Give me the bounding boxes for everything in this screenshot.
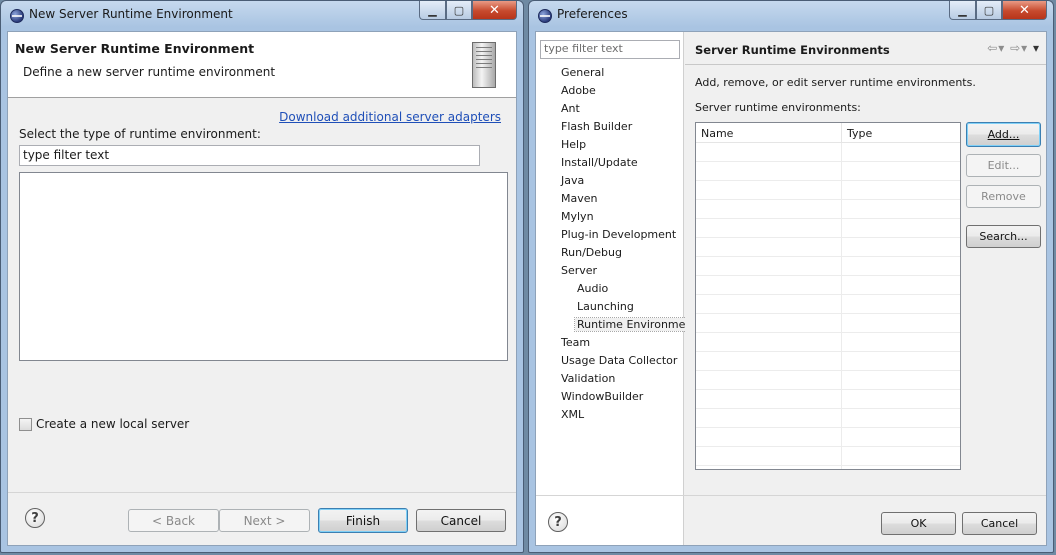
back-button[interactable]: < Back <box>128 509 219 532</box>
preferences-client-area: type filter text General Adobe Ant Flash Bu… <box>535 31 1047 546</box>
create-local-server-checkbox[interactable] <box>19 418 32 431</box>
tree-item[interactable]: Flash Builder <box>561 120 632 133</box>
tree-item[interactable]: General <box>561 66 604 79</box>
help-icon[interactable]: ? <box>548 512 568 532</box>
create-local-server-label: Create a new local server <box>36 417 190 431</box>
tree-item[interactable]: Ant <box>561 102 580 115</box>
eclipse-logo-icon <box>10 9 24 23</box>
next-button[interactable]: Next > <box>219 509 310 532</box>
minimize-button[interactable]: ▁ <box>949 1 976 20</box>
tree-item[interactable]: Validation <box>561 372 615 385</box>
search-button[interactable]: Search... <box>966 225 1041 248</box>
table-body[interactable] <box>696 143 960 469</box>
page-description: Add, remove, or edit server runtime envi… <box>695 76 976 89</box>
maximize-icon: ▢ <box>983 3 995 17</box>
wizard-client-area: New Server Runtime Environment Define a … <box>7 31 517 546</box>
tree-item[interactable]: Java <box>561 174 584 187</box>
runtime-environments-table[interactable]: Name Type <box>695 122 961 470</box>
bottom-separator <box>536 495 1046 496</box>
minimize-icon: ▁ <box>958 3 967 17</box>
minimize-icon: ▁ <box>428 3 437 17</box>
tree-item[interactable]: Install/Update <box>561 156 638 169</box>
runtime-filter-input[interactable]: type filter text <box>19 145 480 166</box>
preferences-tree-pane: type filter text General Adobe Ant Flash Bu… <box>536 32 706 545</box>
preferences-page: Server Runtime Environments ⇦▾ ⇨▾ ▾ Add,… <box>685 32 1046 545</box>
tree-item[interactable]: Run/Debug <box>561 246 622 259</box>
add-button-label: Add... <box>987 128 1020 141</box>
column-header-name[interactable]: Name <box>696 123 842 143</box>
tree-item[interactable]: Team <box>561 336 590 349</box>
close-icon: ✕ <box>1019 2 1030 18</box>
close-icon: ✕ <box>489 2 500 18</box>
edit-button[interactable]: Edit... <box>966 154 1041 177</box>
wizard-description: Define a new server runtime environment <box>23 65 276 79</box>
table-label: Server runtime environments: <box>695 101 861 114</box>
ok-button[interactable]: OK <box>881 512 956 535</box>
column-header-type[interactable]: Type <box>842 123 960 143</box>
tree-item[interactable]: Usage Data Collector <box>561 354 677 367</box>
forward-arrow-icon[interactable]: ⇨▾ <box>1010 41 1028 55</box>
tree-item[interactable]: Help <box>561 138 586 151</box>
help-icon[interactable]: ? <box>25 508 45 528</box>
page-title-separator <box>685 64 1046 65</box>
bottom-separator <box>8 492 516 493</box>
tree-item[interactable]: XML <box>561 408 584 421</box>
preferences-filter-input[interactable]: type filter text <box>540 40 680 59</box>
wizard-header: New Server Runtime Environment Define a … <box>8 32 516 98</box>
download-adapters-link[interactable]: Download additional server adapters <box>279 110 501 124</box>
maximize-button[interactable]: ▢ <box>446 1 472 20</box>
maximize-icon: ▢ <box>453 3 465 17</box>
tree-item[interactable]: Audio <box>577 282 608 295</box>
page-title: Server Runtime Environments <box>695 43 890 57</box>
tree-item[interactable]: Plug-in Development <box>561 228 676 241</box>
tree-item[interactable]: Launching <box>577 300 634 313</box>
server-icon <box>472 42 496 88</box>
wizard-title: New Server Runtime Environment <box>15 41 255 56</box>
tree-item[interactable]: WindowBuilder <box>561 390 643 403</box>
close-button[interactable]: ✕ <box>472 1 517 20</box>
window-title: New Server Runtime Environment <box>29 7 233 21</box>
title-bar[interactable]: Preferences ▁ ▢ ✕ <box>529 1 1053 31</box>
runtime-type-list[interactable] <box>19 172 508 361</box>
new-server-runtime-window: New Server Runtime Environment ▁ ▢ ✕ New… <box>0 0 524 553</box>
preferences-window: Preferences ▁ ▢ ✕ type filter text Gener… <box>528 0 1054 553</box>
cancel-button[interactable]: Cancel <box>962 512 1037 535</box>
close-button[interactable]: ✕ <box>1002 1 1047 20</box>
eclipse-logo-icon <box>538 9 552 23</box>
back-arrow-icon[interactable]: ⇦▾ <box>987 41 1005 55</box>
minimize-button[interactable]: ▁ <box>419 1 446 20</box>
tree-item[interactable]: Server <box>561 264 597 277</box>
tree-item[interactable]: Maven <box>561 192 597 205</box>
page-navigation: ⇦▾ ⇨▾ ▾ <box>987 41 1040 55</box>
title-bar[interactable]: New Server Runtime Environment ▁ ▢ ✕ <box>1 1 523 31</box>
window-title: Preferences <box>557 7 628 21</box>
cancel-button[interactable]: Cancel <box>416 509 506 532</box>
tree-item[interactable]: Mylyn <box>561 210 594 223</box>
select-runtime-label: Select the type of runtime environment: <box>19 127 261 141</box>
view-menu-icon[interactable]: ▾ <box>1033 41 1040 55</box>
maximize-button[interactable]: ▢ <box>976 1 1002 20</box>
add-button[interactable]: Add... <box>966 122 1041 147</box>
finish-button[interactable]: Finish <box>318 508 408 533</box>
remove-button[interactable]: Remove <box>966 185 1041 208</box>
tree-item[interactable]: Adobe <box>561 84 596 97</box>
